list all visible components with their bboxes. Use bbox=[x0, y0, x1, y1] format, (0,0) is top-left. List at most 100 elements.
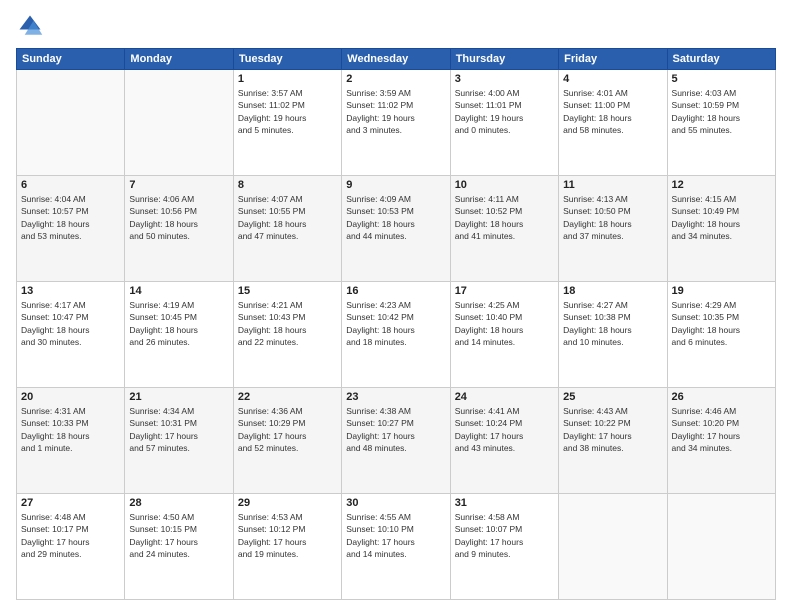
week-row-3: 13Sunrise: 4:17 AM Sunset: 10:47 PM Dayl… bbox=[17, 282, 776, 388]
day-info: Sunrise: 4:58 AM Sunset: 10:07 PM Daylig… bbox=[455, 511, 554, 560]
header bbox=[16, 12, 776, 40]
day-number: 30 bbox=[346, 497, 445, 509]
day-number: 27 bbox=[21, 497, 120, 509]
weekday-header-thursday: Thursday bbox=[450, 49, 558, 70]
day-info: Sunrise: 4:38 AM Sunset: 10:27 PM Daylig… bbox=[346, 405, 445, 454]
calendar-cell bbox=[559, 494, 667, 600]
weekday-header-row: SundayMondayTuesdayWednesdayThursdayFrid… bbox=[17, 49, 776, 70]
day-number: 6 bbox=[21, 179, 120, 191]
day-number: 29 bbox=[238, 497, 337, 509]
day-number: 19 bbox=[672, 285, 771, 297]
calendar-cell: 22 Sunrise: 4:36 AM Sunset: 10:29 PM Dayl… bbox=[233, 388, 341, 494]
day-info: Sunrise: 4:17 AM Sunset: 10:47 PM Daylig… bbox=[21, 299, 120, 348]
calendar-cell bbox=[125, 70, 233, 176]
day-number: 17 bbox=[455, 285, 554, 297]
day-number: 16 bbox=[346, 285, 445, 297]
day-info: Sunrise: 4:25 AM Sunset: 10:40 PM Daylig… bbox=[455, 299, 554, 348]
day-info: Sunrise: 4:03 AM Sunset: 10:59 PM Daylig… bbox=[672, 87, 771, 136]
day-number: 1 bbox=[238, 73, 337, 85]
calendar-cell: 21Sunrise: 4:34 AM Sunset: 10:31 PM Dayl… bbox=[125, 388, 233, 494]
calendar-cell: 17 Sunrise: 4:25 AM Sunset: 10:40 PM Dayl… bbox=[450, 282, 558, 388]
day-number: 14 bbox=[129, 285, 228, 297]
logo-icon bbox=[16, 12, 44, 40]
weekday-header-saturday: Saturday bbox=[667, 49, 775, 70]
calendar-cell: 9 Sunrise: 4:09 AM Sunset: 10:53 PM Dayli… bbox=[342, 176, 450, 282]
calendar-cell: 8 Sunrise: 4:07 AM Sunset: 10:55 PM Dayli… bbox=[233, 176, 341, 282]
calendar-cell: 16 Sunrise: 4:23 AM Sunset: 10:42 PM Dayl… bbox=[342, 282, 450, 388]
day-info: Sunrise: 4:09 AM Sunset: 10:53 PM Daylig… bbox=[346, 193, 445, 242]
day-number: 22 bbox=[238, 391, 337, 403]
day-number: 8 bbox=[238, 179, 337, 191]
week-row-5: 27 Sunrise: 4:48 AM Sunset: 10:17 PM Dayl… bbox=[17, 494, 776, 600]
calendar-cell: 15 Sunrise: 4:21 AM Sunset: 10:43 PM Dayl… bbox=[233, 282, 341, 388]
day-number: 2 bbox=[346, 73, 445, 85]
week-row-1: 1 Sunrise: 3:57 AM Sunset: 11:02 PM Dayli… bbox=[17, 70, 776, 176]
calendar-cell: 3Sunrise: 4:00 AM Sunset: 11:01 PM Dayli… bbox=[450, 70, 558, 176]
calendar-cell: 30 Sunrise: 4:55 AM Sunset: 10:10 PM Dayl… bbox=[342, 494, 450, 600]
weekday-header-sunday: Sunday bbox=[17, 49, 125, 70]
calendar-cell: 24 Sunrise: 4:41 AM Sunset: 10:24 PM Dayl… bbox=[450, 388, 558, 494]
day-info: Sunrise: 4:36 AM Sunset: 10:29 PM Daylig… bbox=[238, 405, 337, 454]
day-info: Sunrise: 4:19 AM Sunset: 10:45 PM Daylig… bbox=[129, 299, 228, 348]
day-number: 23 bbox=[346, 391, 445, 403]
calendar-cell: 4 Sunrise: 4:01 AM Sunset: 11:00 PM Dayli… bbox=[559, 70, 667, 176]
day-info: Sunrise: 4:27 AM Sunset: 10:38 PM Daylig… bbox=[563, 299, 662, 348]
calendar-cell: 20 Sunrise: 4:31 AM Sunset: 10:33 PM Dayl… bbox=[17, 388, 125, 494]
calendar-cell: 13Sunrise: 4:17 AM Sunset: 10:47 PM Dayl… bbox=[17, 282, 125, 388]
day-info: Sunrise: 4:04 AM Sunset: 10:57 PM Daylig… bbox=[21, 193, 120, 242]
day-number: 12 bbox=[672, 179, 771, 191]
day-number: 7 bbox=[129, 179, 228, 191]
page: SundayMondayTuesdayWednesdayThursdayFrid… bbox=[0, 0, 792, 612]
calendar-cell: 7 Sunrise: 4:06 AM Sunset: 10:56 PM Dayli… bbox=[125, 176, 233, 282]
day-info: Sunrise: 4:07 AM Sunset: 10:55 PM Daylig… bbox=[238, 193, 337, 242]
calendar-cell: 29Sunrise: 4:53 AM Sunset: 10:12 PM Dayl… bbox=[233, 494, 341, 600]
day-number: 24 bbox=[455, 391, 554, 403]
calendar-cell: 23 Sunrise: 4:38 AM Sunset: 10:27 PM Dayl… bbox=[342, 388, 450, 494]
weekday-header-wednesday: Wednesday bbox=[342, 49, 450, 70]
logo bbox=[16, 12, 48, 40]
week-row-4: 20 Sunrise: 4:31 AM Sunset: 10:33 PM Dayl… bbox=[17, 388, 776, 494]
day-info: Sunrise: 4:11 AM Sunset: 10:52 PM Daylig… bbox=[455, 193, 554, 242]
weekday-header-friday: Friday bbox=[559, 49, 667, 70]
day-info: Sunrise: 4:31 AM Sunset: 10:33 PM Daylig… bbox=[21, 405, 120, 454]
calendar-cell: 25 Sunrise: 4:43 AM Sunset: 10:22 PM Dayl… bbox=[559, 388, 667, 494]
day-number: 5 bbox=[672, 73, 771, 85]
day-number: 10 bbox=[455, 179, 554, 191]
day-number: 28 bbox=[129, 497, 228, 509]
day-info: Sunrise: 4:23 AM Sunset: 10:42 PM Daylig… bbox=[346, 299, 445, 348]
calendar-cell: 11Sunrise: 4:13 AM Sunset: 10:50 PM Dayl… bbox=[559, 176, 667, 282]
calendar-cell: 2 Sunrise: 3:59 AM Sunset: 11:02 PM Dayli… bbox=[342, 70, 450, 176]
day-info: Sunrise: 4:21 AM Sunset: 10:43 PM Daylig… bbox=[238, 299, 337, 348]
week-row-2: 6 Sunrise: 4:04 AM Sunset: 10:57 PM Dayli… bbox=[17, 176, 776, 282]
day-number: 9 bbox=[346, 179, 445, 191]
day-number: 15 bbox=[238, 285, 337, 297]
calendar-cell: 28Sunrise: 4:50 AM Sunset: 10:15 PM Dayl… bbox=[125, 494, 233, 600]
day-info: Sunrise: 4:55 AM Sunset: 10:10 PM Daylig… bbox=[346, 511, 445, 560]
day-number: 25 bbox=[563, 391, 662, 403]
day-info: Sunrise: 4:43 AM Sunset: 10:22 PM Daylig… bbox=[563, 405, 662, 454]
calendar-table: SundayMondayTuesdayWednesdayThursdayFrid… bbox=[16, 48, 776, 600]
day-info: Sunrise: 4:15 AM Sunset: 10:49 PM Daylig… bbox=[672, 193, 771, 242]
day-info: Sunrise: 4:00 AM Sunset: 11:01 PM Daylig… bbox=[455, 87, 554, 136]
calendar-cell: 1 Sunrise: 3:57 AM Sunset: 11:02 PM Dayli… bbox=[233, 70, 341, 176]
day-number: 21 bbox=[129, 391, 228, 403]
day-info: Sunrise: 4:13 AM Sunset: 10:50 PM Daylig… bbox=[563, 193, 662, 242]
day-info: Sunrise: 4:46 AM Sunset: 10:20 PM Daylig… bbox=[672, 405, 771, 454]
calendar-cell: 14 Sunrise: 4:19 AM Sunset: 10:45 PM Dayl… bbox=[125, 282, 233, 388]
day-info: Sunrise: 4:41 AM Sunset: 10:24 PM Daylig… bbox=[455, 405, 554, 454]
calendar-cell: 10 Sunrise: 4:11 AM Sunset: 10:52 PM Dayl… bbox=[450, 176, 558, 282]
day-info: Sunrise: 3:59 AM Sunset: 11:02 PM Daylig… bbox=[346, 87, 445, 136]
day-info: Sunrise: 4:06 AM Sunset: 10:56 PM Daylig… bbox=[129, 193, 228, 242]
day-number: 4 bbox=[563, 73, 662, 85]
weekday-header-monday: Monday bbox=[125, 49, 233, 70]
calendar-cell bbox=[667, 494, 775, 600]
day-info: Sunrise: 4:48 AM Sunset: 10:17 PM Daylig… bbox=[21, 511, 120, 560]
calendar-cell: 19 Sunrise: 4:29 AM Sunset: 10:35 PM Dayl… bbox=[667, 282, 775, 388]
calendar-cell bbox=[17, 70, 125, 176]
day-number: 18 bbox=[563, 285, 662, 297]
day-info: Sunrise: 3:57 AM Sunset: 11:02 PM Daylig… bbox=[238, 87, 337, 136]
day-number: 31 bbox=[455, 497, 554, 509]
day-info: Sunrise: 4:29 AM Sunset: 10:35 PM Daylig… bbox=[672, 299, 771, 348]
day-number: 20 bbox=[21, 391, 120, 403]
day-info: Sunrise: 4:01 AM Sunset: 11:00 PM Daylig… bbox=[563, 87, 662, 136]
